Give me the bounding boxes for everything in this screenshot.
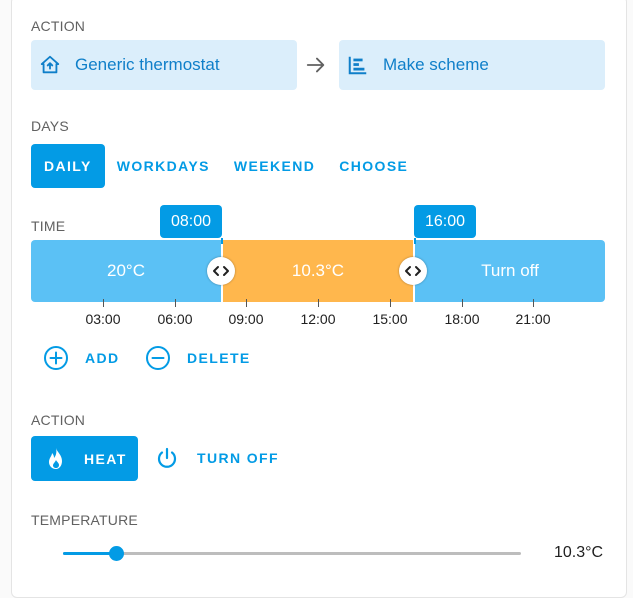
delete-label: DELETE — [187, 350, 251, 366]
time-marker: 08:00 — [160, 205, 222, 238]
chevron-left-right-icon — [405, 266, 421, 276]
day-option-weekend[interactable]: WEEKEND — [222, 144, 327, 188]
action2-section-label: ACTION — [31, 412, 86, 428]
scheme-chip-label: Make scheme — [383, 55, 489, 74]
day-option-choose[interactable]: CHOOSE — [327, 144, 420, 188]
timeslot-label: Turn off — [481, 261, 539, 280]
day-option-daily[interactable]: DAILY — [31, 144, 105, 188]
timeline-tick — [103, 299, 104, 307]
plus-circle-icon — [44, 346, 68, 370]
chevron-left-right-icon — [213, 266, 229, 276]
timeline-icon — [347, 54, 369, 76]
days-section-label: DAYS — [31, 118, 69, 134]
entity-chip-label: Generic thermostat — [75, 55, 220, 74]
time-marker-pointer — [221, 238, 223, 244]
add-timeslot-button[interactable]: ADD — [43, 345, 120, 371]
timeslot-label: 10.3°C — [291, 261, 345, 280]
drag-handle[interactable] — [399, 257, 427, 285]
days-selector: DAILY WORKDAYS WEEKEND CHOOSE — [31, 144, 420, 188]
entity-chip[interactable]: Generic thermostat — [31, 40, 297, 90]
scheme-chip[interactable]: Make scheme — [339, 40, 605, 90]
heat-button[interactable]: HEAT — [31, 436, 138, 481]
timeline-tick — [318, 299, 319, 307]
timeline-tick — [175, 299, 176, 307]
timeslot-segment[interactable]: Turn off — [415, 240, 605, 302]
day-option-workdays[interactable]: WORKDAYS — [105, 144, 222, 188]
turn-off-button[interactable]: TURN OFF — [155, 446, 279, 470]
add-label: ADD — [85, 350, 120, 366]
timeline-tick-label: 12:00 — [300, 311, 336, 327]
heat-label: HEAT — [84, 450, 127, 467]
timeline-tick — [533, 299, 534, 307]
power-icon — [157, 447, 177, 468]
timeline-tick — [246, 299, 247, 307]
arrow-right-icon — [305, 54, 327, 81]
time-marker: 16:00 — [414, 205, 476, 238]
time-section-label: TIME — [31, 218, 66, 234]
timeline-tick — [390, 299, 391, 307]
time-marker-pointer — [414, 238, 416, 244]
timeslot-label: 20°C — [107, 261, 145, 280]
action-section-label: ACTION — [31, 18, 86, 34]
timeline-tick-label: 21:00 — [515, 311, 551, 327]
timeline-tick-label: 09:00 — [228, 311, 264, 327]
temperature-slider-thumb[interactable] — [109, 546, 125, 561]
timeline-tick-label: 15:00 — [372, 311, 408, 327]
timeline-tick-label: 18:00 — [444, 311, 480, 327]
minus-circle-icon — [146, 346, 170, 370]
temperature-section-label: TEMPERATURE — [31, 512, 138, 528]
home-thermostat-icon — [39, 54, 61, 76]
timeline-tick-label: 03:00 — [85, 311, 121, 327]
turn-off-label: TURN OFF — [197, 450, 279, 466]
delete-timeslot-button[interactable]: DELETE — [145, 345, 251, 371]
timeline-tick-label: 06:00 — [157, 311, 193, 327]
timeline-tick — [462, 299, 463, 307]
drag-handle[interactable] — [207, 257, 235, 285]
timeslot-segment[interactable]: 20°C — [31, 240, 221, 302]
timeslot-segment[interactable]: 10.3°C — [223, 240, 413, 302]
temperature-slider-track[interactable] — [63, 552, 521, 555]
fire-icon — [49, 447, 62, 469]
temperature-value: 10.3°C — [554, 544, 604, 561]
